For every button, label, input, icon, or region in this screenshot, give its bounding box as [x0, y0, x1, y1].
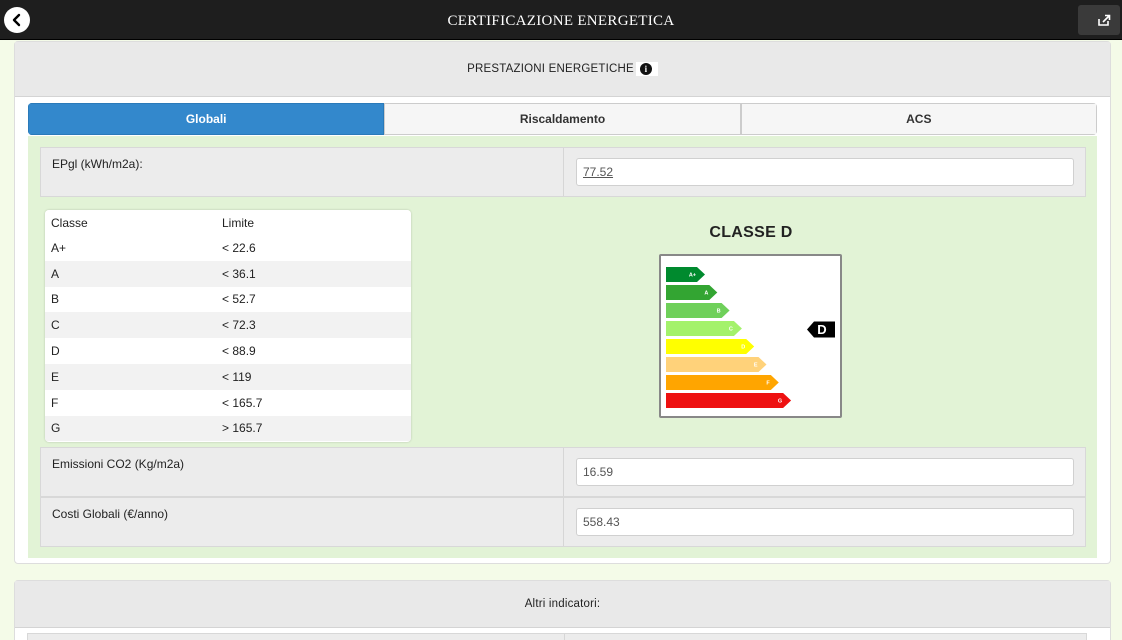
info-icon: i [639, 63, 652, 75]
table-row: C < 72.3 [45, 312, 411, 339]
costi-label: Costi Globali (€/anno) [52, 507, 169, 521]
energy-class-bar-label: B [717, 309, 721, 315]
section-header: PRESTAZIONI ENERGETICHE i [15, 42, 1110, 97]
top-bar: CERTIFICAZIONE ENERGETICA [0, 0, 1122, 40]
column-header-classe: Classe [51, 215, 88, 230]
other-indicators-row [27, 633, 1087, 640]
energy-class-bar-a [666, 285, 718, 300]
co2-field[interactable]: 16.59 [576, 458, 1074, 486]
table-row: F < 165.7 [51, 395, 263, 410]
section-title: PRESTAZIONI ENERGETICHE [467, 63, 634, 75]
tab-globali[interactable]: Globali [28, 103, 385, 135]
table-row: A+ < 22.6 [51, 240, 256, 255]
energy-class-bar-label: D [741, 345, 745, 351]
costi-row: Costi Globali (€/anno) 558.43 [40, 497, 1086, 547]
co2-value: 16.59 [583, 465, 614, 479]
table-header: Classe Limite [45, 210, 411, 235]
tab-bar: Globali Riscaldamento ACS [28, 103, 1097, 135]
current-class-marker-label: D [817, 322, 826, 337]
tab-riscaldamento[interactable]: Riscaldamento [384, 103, 741, 135]
epgl-value: 77.52 [583, 165, 614, 179]
info-button[interactable]: i [635, 62, 658, 76]
energy-class-bar-aplus [666, 267, 705, 282]
epgl-field[interactable]: 77.52 [576, 158, 1074, 186]
column-header-limite: Limite [222, 215, 255, 230]
table-row: E < 119 [45, 363, 411, 390]
energy-class-scale: A+ABCDEFGD [666, 267, 835, 408]
energy-class-bar-label: A+ [689, 273, 696, 279]
energy-label-graphic: A+ A B C D E F G D [659, 254, 842, 418]
class-limits-table: Classe Limite A+ < 22.6 A < 36.1 B < 52.7 C… [45, 210, 411, 442]
tab-acs[interactable]: ACS [740, 103, 1097, 135]
co2-label: Emissioni CO2 (Kg/m2a) [52, 457, 185, 471]
table-row: B < 52.7 [51, 292, 256, 307]
energy-class-bar-label: E [754, 363, 758, 369]
energy-class-bar-f [666, 375, 779, 390]
energy-class-bar-e [666, 357, 767, 372]
costi-value: 558.43 [583, 515, 620, 529]
energy-class-title: CLASSE D [709, 224, 793, 241]
co2-row: Emissioni CO2 (Kg/m2a) 16.59 [40, 447, 1086, 497]
epgl-row: EPgl (kWh/m2a): 77.52 [40, 147, 1086, 197]
energy-class-bar-label: C [729, 327, 733, 333]
energy-class-bar-label: A [704, 291, 708, 297]
share-button[interactable] [1078, 5, 1120, 35]
table-row: G > 165.7 [45, 415, 411, 442]
table-row: A < 36.1 [45, 260, 411, 287]
other-indicators-card: Altri indicatori: [14, 580, 1111, 640]
epgl-label: EPgl (kWh/m2a): [52, 157, 143, 171]
share-icon [1098, 14, 1111, 26]
other-indicators-header: Altri indicatori: [15, 581, 1110, 628]
page-title: CERTIFICAZIONE ENERGETICA [447, 13, 675, 29]
other-indicators-title: Altri indicatori: [524, 598, 601, 610]
costi-field[interactable]: 558.43 [576, 508, 1074, 536]
energy-class-bar-label: G [778, 399, 782, 405]
energy-class-bar-g [666, 393, 792, 408]
table-row: D < 88.9 [51, 344, 256, 359]
